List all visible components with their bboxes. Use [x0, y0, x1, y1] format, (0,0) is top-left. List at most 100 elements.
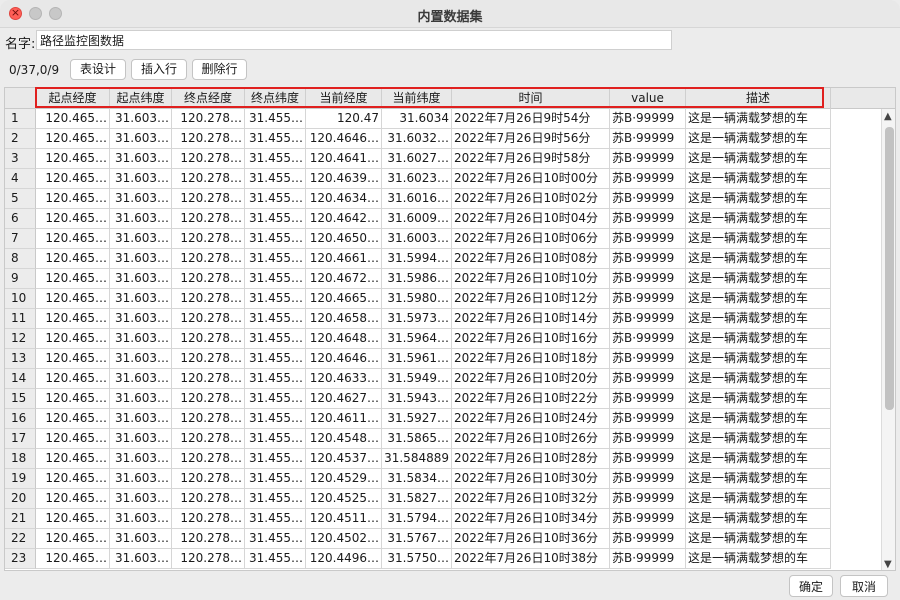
table-cell[interactable]: 2022年7月26日10时18分: [452, 349, 610, 369]
table-cell[interactable]: 120.4537…: [306, 449, 382, 469]
table-cell[interactable]: 2022年7月26日10时22分: [452, 389, 610, 409]
table-cell[interactable]: 120.278…: [172, 129, 245, 149]
table-cell[interactable]: 120.4672…: [306, 269, 382, 289]
table-cell[interactable]: 120.4611…: [306, 409, 382, 429]
row-number[interactable]: 11: [5, 309, 36, 329]
table-cell[interactable]: 31.5943…: [382, 389, 452, 409]
column-header[interactable]: value: [610, 88, 686, 109]
table-cell[interactable]: 这是一辆满载梦想的车: [686, 349, 831, 369]
table-cell[interactable]: 31.455…: [245, 369, 306, 389]
table-cell[interactable]: 31.5750…: [382, 549, 452, 569]
table-cell[interactable]: 这是一辆满载梦想的车: [686, 269, 831, 289]
table-cell[interactable]: 120.278…: [172, 329, 245, 349]
row-number[interactable]: 10: [5, 289, 36, 309]
table-cell[interactable]: 31.603…: [110, 369, 172, 389]
table-row[interactable]: 12 120.465… 31.603… 120.278… 31.455… 120.4648…: [5, 329, 831, 349]
row-number[interactable]: 3: [5, 149, 36, 169]
table-cell[interactable]: 这是一辆满载梦想的车: [686, 489, 831, 509]
table-cell[interactable]: 2022年7月26日9时58分: [452, 149, 610, 169]
table-cell[interactable]: 31.5994…: [382, 249, 452, 269]
table-cell[interactable]: 2022年7月26日10时00分: [452, 169, 610, 189]
table-cell[interactable]: 31.603…: [110, 229, 172, 249]
table-cell[interactable]: 2022年7月26日10时10分: [452, 269, 610, 289]
table-cell[interactable]: 31.455…: [245, 169, 306, 189]
table-cell[interactable]: 31.455…: [245, 529, 306, 549]
table-cell[interactable]: 120.4525…: [306, 489, 382, 509]
table-cell[interactable]: 120.465…: [36, 489, 110, 509]
insert-row-button[interactable]: 插入行: [131, 59, 187, 80]
table-cell[interactable]: 2022年7月26日10时20分: [452, 369, 610, 389]
table-cell[interactable]: 31.6034: [382, 109, 452, 129]
table-cell[interactable]: 苏B·99999: [610, 329, 686, 349]
table-cell[interactable]: 苏B·99999: [610, 489, 686, 509]
table-cell[interactable]: 120.465…: [36, 149, 110, 169]
table-cell[interactable]: 31.603…: [110, 129, 172, 149]
table-cell[interactable]: 31.603…: [110, 329, 172, 349]
row-number[interactable]: 19: [5, 469, 36, 489]
table-cell[interactable]: 这是一辆满载梦想的车: [686, 129, 831, 149]
table-cell[interactable]: 120.465…: [36, 469, 110, 489]
table-row[interactable]: 23 120.465… 31.603… 120.278… 31.455… 120.4496…: [5, 549, 831, 569]
table-row[interactable]: 9 120.465… 31.603… 120.278… 31.455… 120.4672……: [5, 269, 831, 289]
table-cell[interactable]: 这是一辆满载梦想的车: [686, 509, 831, 529]
table-cell[interactable]: 120.465…: [36, 409, 110, 429]
table-cell[interactable]: 120.47: [306, 109, 382, 129]
table-cell[interactable]: 31.455…: [245, 329, 306, 349]
table-cell[interactable]: 苏B·99999: [610, 229, 686, 249]
table-row[interactable]: 1 120.465… 31.603… 120.278… 31.455… 120.47 31.…: [5, 109, 831, 129]
table-cell[interactable]: 31.455…: [245, 489, 306, 509]
table-cell[interactable]: 这是一辆满载梦想的车: [686, 369, 831, 389]
table-cell[interactable]: 这是一辆满载梦想的车: [686, 149, 831, 169]
table-cell[interactable]: 120.278…: [172, 469, 245, 489]
table-cell[interactable]: 31.603…: [110, 309, 172, 329]
table-row[interactable]: 6 120.465… 31.603… 120.278… 31.455… 120.4642……: [5, 209, 831, 229]
table-cell[interactable]: 这是一辆满载梦想的车: [686, 469, 831, 489]
table-cell[interactable]: 这是一辆满载梦想的车: [686, 409, 831, 429]
table-cell[interactable]: 31.603…: [110, 509, 172, 529]
chevron-up-icon[interactable]: ▲: [884, 111, 892, 122]
table-cell[interactable]: 31.5767…: [382, 529, 452, 549]
table-cell[interactable]: 120.278…: [172, 489, 245, 509]
table-cell[interactable]: 120.278…: [172, 229, 245, 249]
name-input[interactable]: [36, 30, 672, 50]
table-cell[interactable]: 120.278…: [172, 409, 245, 429]
table-cell[interactable]: 120.278…: [172, 189, 245, 209]
table-cell[interactable]: 31.603…: [110, 409, 172, 429]
table-cell[interactable]: 这是一辆满载梦想的车: [686, 429, 831, 449]
table-cell[interactable]: 2022年7月26日10时16分: [452, 329, 610, 349]
table-cell[interactable]: 120.278…: [172, 509, 245, 529]
table-cell[interactable]: 苏B·99999: [610, 349, 686, 369]
table-cell[interactable]: 31.603…: [110, 549, 172, 569]
row-number[interactable]: 22: [5, 529, 36, 549]
table-cell[interactable]: 120.4665…: [306, 289, 382, 309]
table-row[interactable]: 21 120.465… 31.603… 120.278… 31.455… 120.4511…: [5, 509, 831, 529]
table-cell[interactable]: 苏B·99999: [610, 289, 686, 309]
column-header[interactable]: 当前经度: [306, 88, 382, 109]
table-cell[interactable]: 2022年7月26日10时02分: [452, 189, 610, 209]
table-cell[interactable]: 2022年7月26日10时32分: [452, 489, 610, 509]
row-number[interactable]: 2: [5, 129, 36, 149]
table-cell[interactable]: 31.603…: [110, 249, 172, 269]
row-number[interactable]: 1: [5, 109, 36, 129]
delete-row-button[interactable]: 删除行: [192, 59, 247, 80]
table-cell[interactable]: 31.5973…: [382, 309, 452, 329]
table-cell[interactable]: 31.5961…: [382, 349, 452, 369]
table-cell[interactable]: 31.5986…: [382, 269, 452, 289]
table-cell[interactable]: 120.4502…: [306, 529, 382, 549]
table-cell[interactable]: 120.465…: [36, 189, 110, 209]
table-cell[interactable]: 120.278…: [172, 109, 245, 129]
column-header[interactable]: 时间: [452, 88, 610, 109]
column-header[interactable]: 起点经度: [36, 88, 110, 109]
table-cell[interactable]: 31.603…: [110, 489, 172, 509]
table-cell[interactable]: 31.603…: [110, 429, 172, 449]
table-cell[interactable]: 120.4496…: [306, 549, 382, 569]
table-cell[interactable]: 120.278…: [172, 169, 245, 189]
table-cell[interactable]: 2022年7月26日10时04分: [452, 209, 610, 229]
table-cell[interactable]: 31.603…: [110, 469, 172, 489]
table-cell[interactable]: 120.278…: [172, 149, 245, 169]
table-row[interactable]: 18 120.465… 31.603… 120.278… 31.455… 120.4537…: [5, 449, 831, 469]
table-cell[interactable]: 苏B·99999: [610, 189, 686, 209]
table-cell[interactable]: 120.465…: [36, 229, 110, 249]
table-cell[interactable]: 120.4639…: [306, 169, 382, 189]
table-cell[interactable]: 31.603…: [110, 169, 172, 189]
